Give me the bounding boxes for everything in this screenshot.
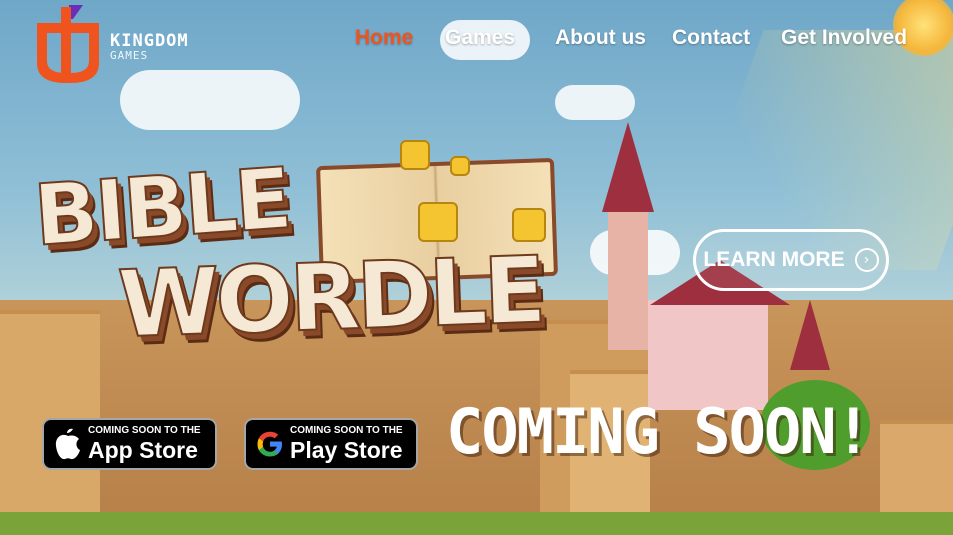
learn-more-label: LEARN MORE: [703, 248, 845, 271]
castle-roof: [602, 122, 654, 212]
chevron-right-icon: ›: [854, 248, 879, 272]
building: [880, 420, 953, 519]
cloud: [120, 70, 300, 130]
kingdom-logo: [37, 5, 99, 83]
brand-sub: GAMES: [110, 49, 149, 62]
google-icon: [250, 428, 290, 460]
play-store-big-text: Play Store: [290, 437, 403, 463]
play-store-small-text: COMING SOON TO THE: [290, 425, 403, 436]
app-store-badge[interactable]: COMING SOON TO THE App Store: [42, 418, 217, 470]
castle-tower: [608, 200, 648, 350]
learn-more-button[interactable]: LEARN MORE ›: [693, 229, 889, 291]
apple-icon: [48, 427, 88, 461]
nav-games[interactable]: Games: [445, 26, 515, 50]
app-store-big-text: App Store: [88, 437, 198, 463]
nav-home[interactable]: Home: [355, 26, 413, 50]
title-line-2: WORDLE: [115, 236, 545, 360]
ground: [0, 512, 953, 535]
play-store-badge[interactable]: COMING SOON TO THE Play Store: [244, 418, 418, 470]
nav-contact[interactable]: Contact: [672, 26, 750, 50]
puzzle-piece-icon: [418, 202, 458, 242]
brand-text: KINGDOM GAMES: [110, 31, 189, 62]
brand-name: KINGDOM: [110, 31, 189, 51]
nav-get-involved[interactable]: Get Involved: [781, 26, 907, 50]
puzzle-piece-icon: [450, 156, 470, 176]
hero-banner: KINGDOM GAMES Home Games About us Contac…: [0, 0, 953, 535]
cloud: [555, 85, 635, 120]
castle-roof: [790, 300, 830, 370]
nav-about-us[interactable]: About us: [555, 26, 646, 50]
game-title-art: BIBLE WORDLE: [30, 140, 558, 370]
puzzle-piece-icon: [400, 140, 430, 170]
app-store-small-text: COMING SOON TO THE: [88, 425, 201, 436]
coming-soon-heading: COMING SOON!: [446, 395, 872, 468]
castle: [648, 300, 768, 410]
